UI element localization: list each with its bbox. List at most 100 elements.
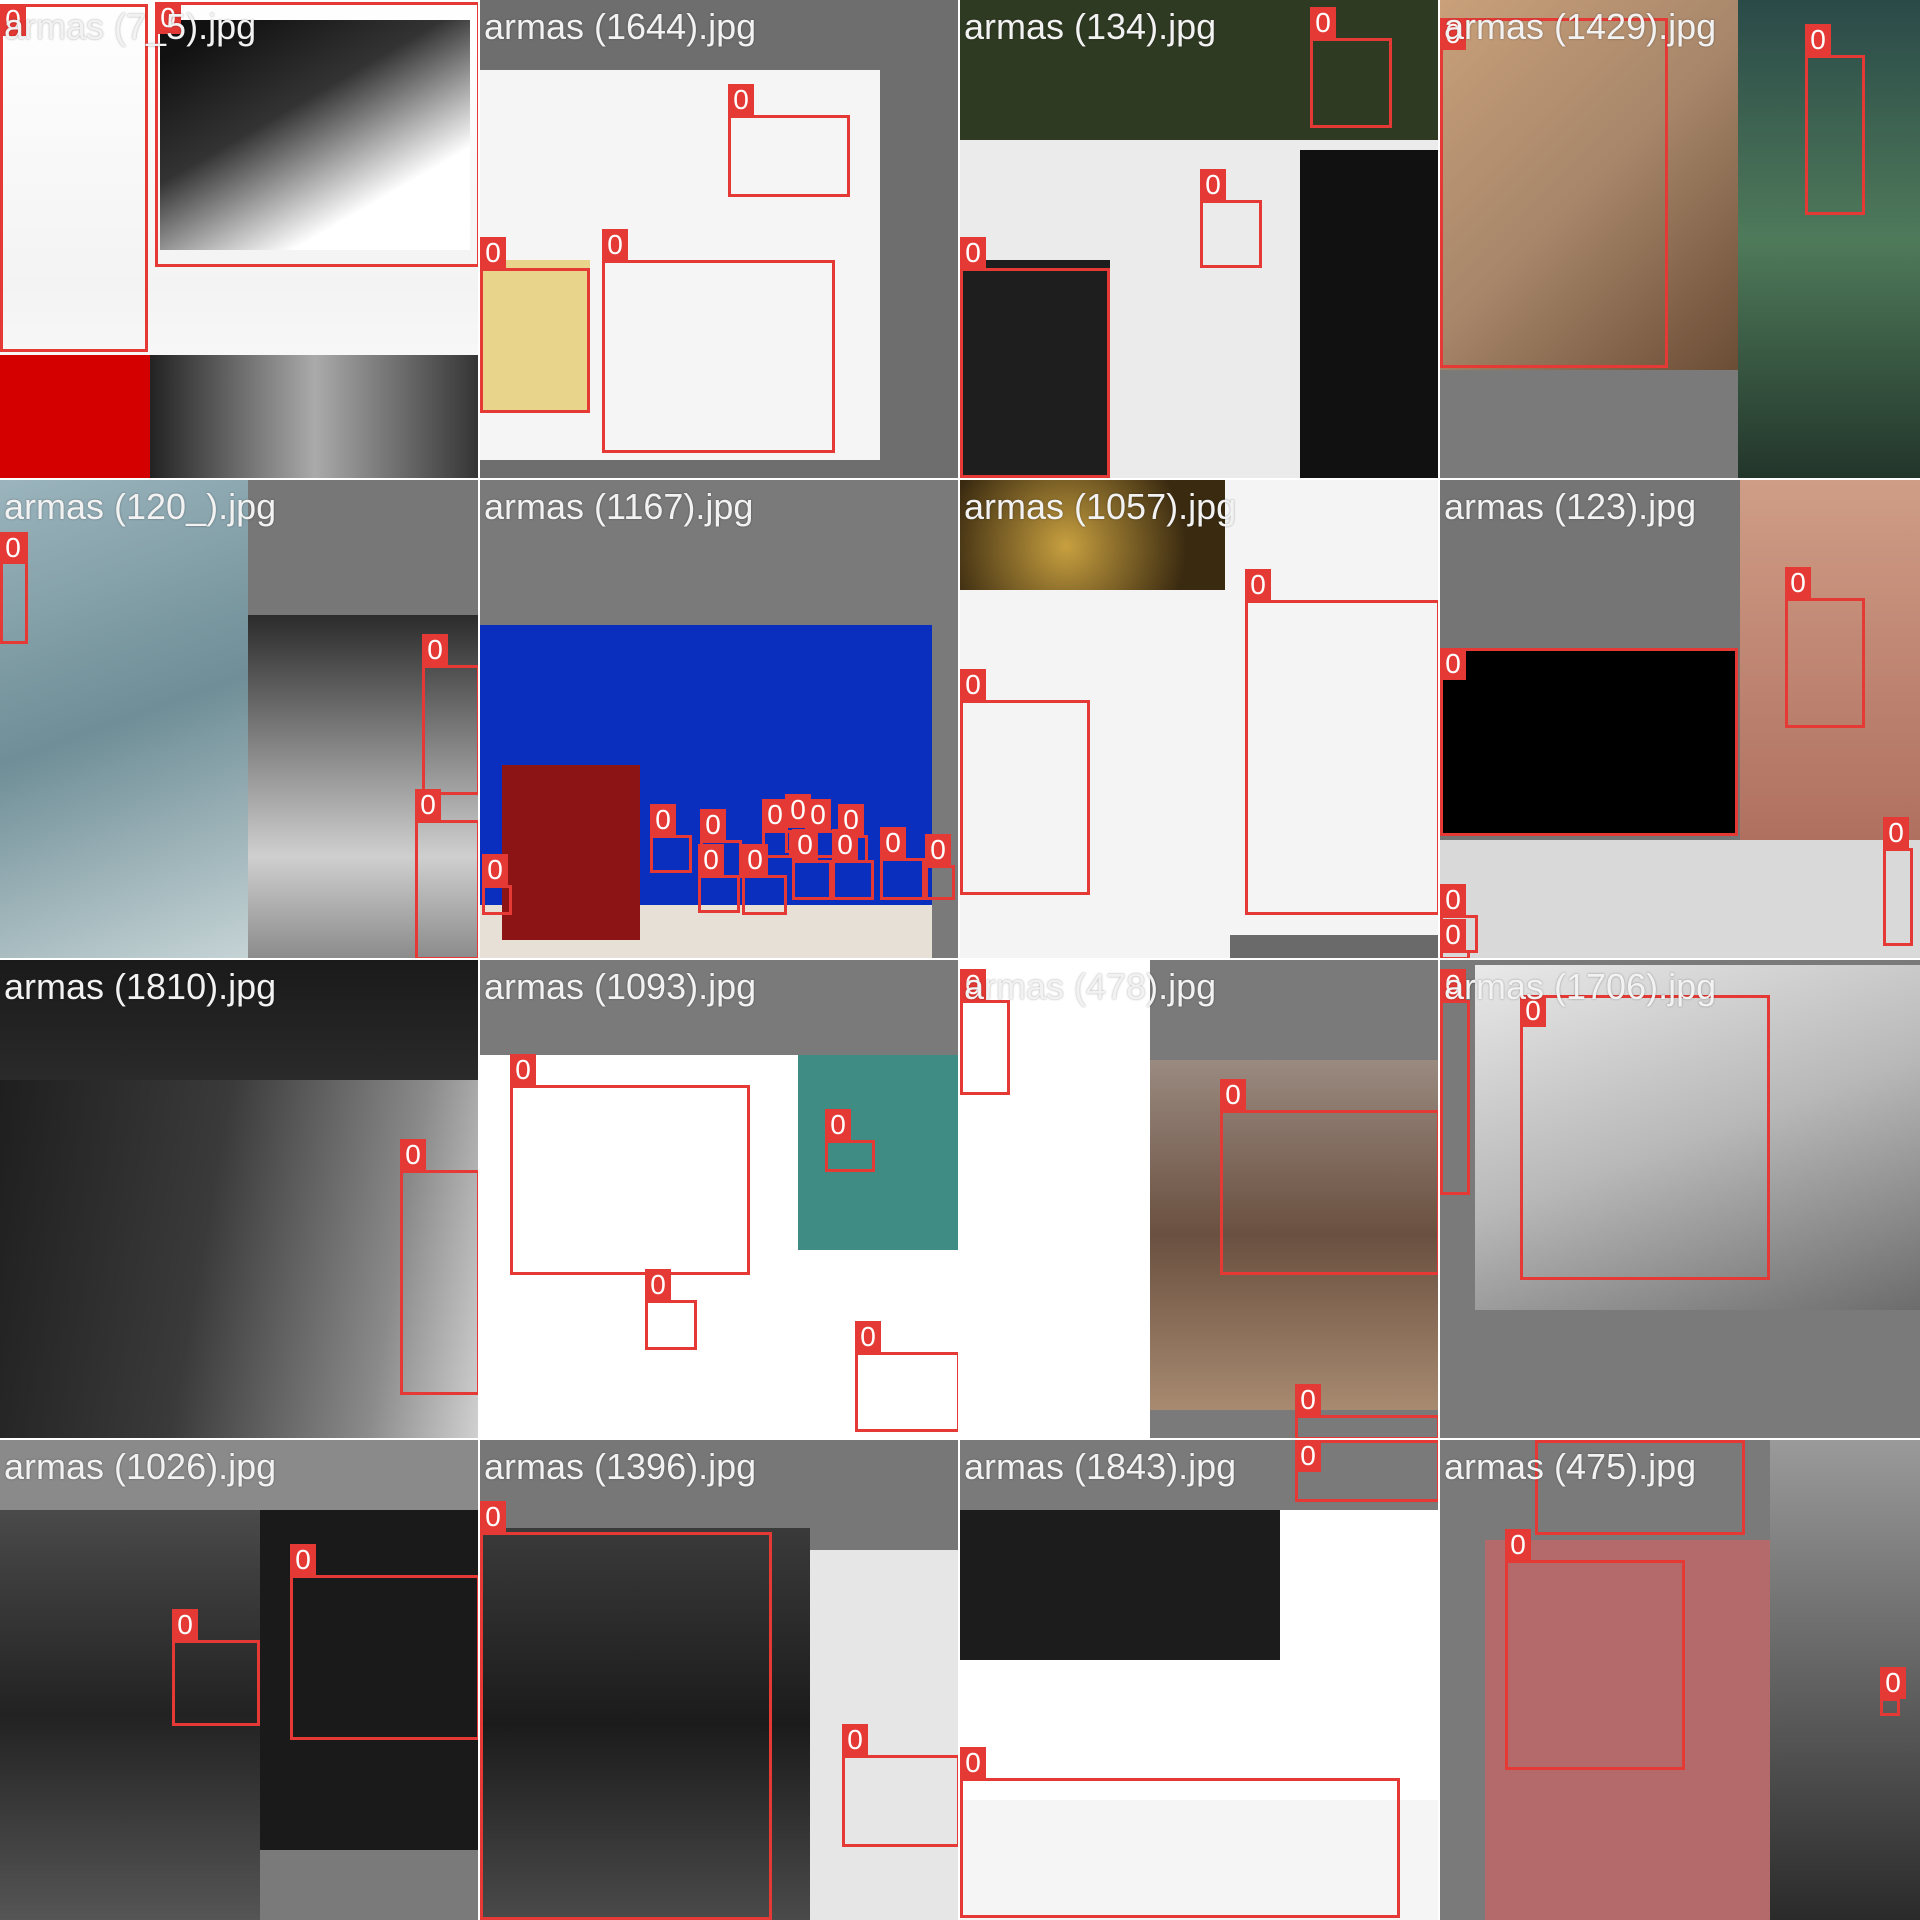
tile-title: armas (475).jpg [1444, 1446, 1697, 1487]
tile-title: armas (1057).jpg [964, 486, 1237, 527]
box-label: 0 [855, 1321, 881, 1353]
photo-region [0, 355, 150, 478]
box-label: 0 [792, 829, 818, 861]
photo-region [1440, 840, 1920, 958]
detection-box: 0 [960, 669, 1090, 895]
detection-box: 0 [602, 229, 835, 453]
detection-box: 0 [728, 84, 850, 197]
tile-title: armas (1644).jpg [484, 6, 757, 47]
detection-box: 0 [400, 1139, 478, 1395]
box-label: 0 [510, 1054, 536, 1086]
detection-box: 0 [1245, 569, 1438, 915]
detection-box: 0 [855, 1321, 958, 1432]
mosaic-tile: armas (478).jpg 0 0 0 [960, 960, 1440, 1440]
tile-title: armas (1026).jpg [4, 1446, 277, 1487]
box-label: 0 [1200, 169, 1226, 201]
detection-box: 0 [832, 829, 874, 900]
box-label: 0 [825, 1109, 851, 1141]
mosaic-tile: armas (1644).jpg 0 0 0 [480, 0, 960, 480]
photo-region [960, 1510, 1280, 1660]
box-label: 0 [0, 532, 26, 564]
detection-box: 0 [1310, 7, 1392, 128]
box-label: 0 [650, 804, 676, 836]
tile-title: armas (1843).jpg [964, 1446, 1237, 1487]
mosaic-tile: armas (1093).jpg 0 0 0 0 [480, 960, 960, 1440]
detection-box: 0 [842, 1724, 958, 1847]
box-label: 0 [880, 827, 906, 859]
tile-title: armas (1429).jpg [1444, 6, 1717, 47]
detection-box: 0 [1440, 18, 1668, 368]
detection-box: 0 [0, 4, 148, 352]
box-label: 0 [1245, 569, 1271, 601]
box-label: 0 [422, 634, 448, 666]
tile-title: armas (1093).jpg [484, 966, 757, 1007]
detection-box: 0 [290, 1544, 478, 1740]
box-label: 0 [1310, 7, 1336, 39]
photo-region [150, 355, 478, 478]
detection-box: 0 [1880, 1667, 1906, 1716]
box-label: 0 [1785, 567, 1811, 599]
box-label: 0 [1440, 919, 1466, 951]
box-label: 0 [842, 1724, 868, 1756]
tile-title: armas (1706).jpg [1444, 966, 1717, 1007]
detection-box: 0 [792, 829, 832, 900]
tile-title: armas (1167).jpg [484, 486, 754, 527]
box-label: 0 [645, 1269, 671, 1301]
detection-box: 0 [698, 844, 740, 913]
box-label: 0 [400, 1139, 426, 1171]
tile-title: armas (1396).jpg [484, 1446, 757, 1487]
box-label: 0 [960, 237, 986, 269]
tile-title: armas (1810).jpg [4, 966, 277, 1007]
mosaic-tile: armas (475).jpg 0 0 0 [1440, 1440, 1920, 1920]
mosaic-tile: armas (7_5).jpg 0 0 [0, 0, 480, 480]
box-label: 0 [1220, 1079, 1246, 1111]
detection-box: 0 [880, 827, 925, 900]
detection-box: 0 [960, 1747, 1400, 1918]
box-label: 0 [1440, 648, 1466, 680]
box-label: 0 [482, 854, 508, 886]
detection-box: 0 [1805, 24, 1865, 215]
photo-region [1300, 150, 1438, 478]
detection-box: 0 [0, 532, 28, 644]
mosaic-tile: armas (134).jpg 0 0 0 [960, 0, 1440, 480]
box-label: 0 [925, 834, 951, 866]
detection-box: 0 [480, 1501, 772, 1920]
detection-box: 0 [1883, 817, 1913, 946]
detection-box: 0 [960, 969, 1010, 1095]
box-label: 0 [602, 229, 628, 261]
detection-box: 0 [645, 1269, 697, 1350]
mosaic-tile: armas (1429).jpg 0 0 [1440, 0, 1920, 480]
detection-box: 0 [1220, 1079, 1438, 1275]
mosaic-tile: armas (1810).jpg 0 [0, 960, 480, 1440]
mosaic-tile: armas (1706).jpg 0 0 [1440, 960, 1920, 1440]
detection-box: 0 [960, 237, 1110, 478]
detection-box: 0 [1295, 1384, 1438, 1438]
detection-box: 0 [1440, 919, 1470, 958]
detection-box: 0 [482, 854, 512, 915]
photo-region [1230, 935, 1438, 958]
box-label: 0 [290, 1544, 316, 1576]
tile-title: armas (7_5).jpg [4, 6, 257, 47]
photo-region [260, 1850, 478, 1920]
box-label: 0 [480, 237, 506, 269]
detection-box: 0 [1200, 169, 1262, 268]
mosaic-tile: armas (1057).jpg 0 0 [960, 480, 1440, 960]
detection-box: 0 [415, 789, 478, 958]
mosaic-tile: armas (120_).jpg 0 0 0 [0, 480, 480, 960]
detection-box: 0 [1295, 1440, 1438, 1502]
detection-box: 0 [1785, 567, 1865, 728]
mosaic-tile: armas (1396).jpg 0 0 [480, 1440, 960, 1920]
photo-region [502, 765, 640, 940]
mosaic-tile: armas (1026).jpg 0 0 [0, 1440, 480, 1920]
box-label: 0 [960, 669, 986, 701]
box-label: 0 [1295, 1440, 1321, 1472]
box-label: 0 [960, 1747, 986, 1779]
detection-mosaic: armas (7_5).jpg 0 0 armas (1644).jpg 0 0… [0, 0, 1920, 1920]
photo-region [0, 480, 248, 958]
photo-region [810, 1550, 958, 1920]
detection-box: 0 [742, 844, 787, 915]
box-label: 0 [172, 1609, 198, 1641]
detection-box: 0 [1520, 995, 1770, 1280]
detection-box: 0 [925, 834, 955, 900]
box-label: 0 [1505, 1529, 1531, 1561]
